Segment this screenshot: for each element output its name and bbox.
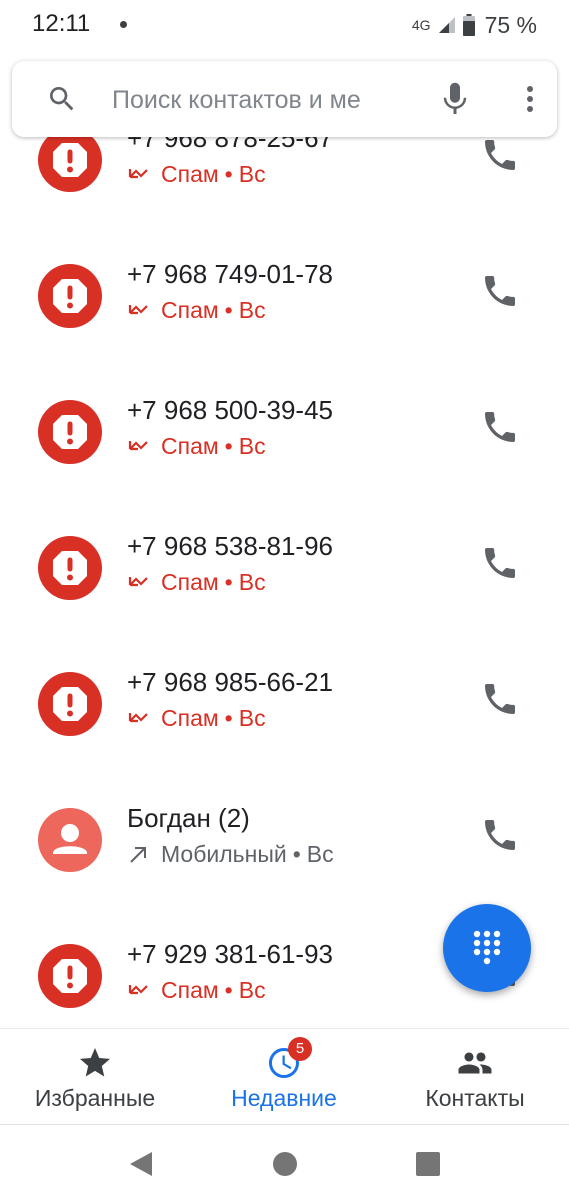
call-type: Спам bbox=[161, 297, 219, 323]
missed-call-icon bbox=[128, 984, 148, 994]
call-log-row[interactable]: +7 968 500-39-45 Спам • Вс bbox=[0, 375, 569, 511]
call-history-list[interactable]: +7 968 878-25-67 Спам • Вс +7 968 749-01-78 С… bbox=[0, 0, 569, 1030]
spam-warning-icon bbox=[38, 944, 102, 1008]
phone-icon[interactable] bbox=[480, 543, 520, 583]
call-details: Спам • Вс bbox=[127, 705, 266, 732]
phone-icon[interactable] bbox=[480, 271, 520, 311]
phone-icon[interactable] bbox=[480, 815, 520, 855]
back-icon[interactable] bbox=[128, 1151, 154, 1177]
phone-icon[interactable] bbox=[480, 407, 520, 447]
caller-name: +7 968 500-39-45 bbox=[127, 395, 334, 425]
separator-dot: • bbox=[224, 705, 233, 731]
call-log-row[interactable]: Богдан (2) Мобильный • Вс bbox=[0, 783, 569, 919]
call-details: Спам • Вс bbox=[127, 433, 266, 460]
call-type: Спам bbox=[161, 569, 219, 595]
phone-icon[interactable] bbox=[480, 135, 520, 175]
missed-call-icon bbox=[128, 576, 148, 586]
caller-name: +7 968 749-01-78 bbox=[127, 259, 334, 289]
call-type: Спам bbox=[161, 433, 219, 459]
call-day: Вс bbox=[238, 433, 266, 459]
tab-contacts-label: Контакты bbox=[425, 1085, 525, 1111]
caller-name: +7 929 381-61-93 bbox=[127, 939, 334, 969]
call-type: Мобильный bbox=[161, 841, 287, 867]
tab-contacts[interactable]: Контакты bbox=[400, 1029, 550, 1125]
call-type: Спам bbox=[161, 161, 219, 187]
spam-warning-icon bbox=[38, 672, 102, 736]
outgoing-call-icon bbox=[130, 846, 146, 863]
call-log-row[interactable]: +7 968 985-66-21 Спам • Вс bbox=[0, 647, 569, 783]
separator-dot: • bbox=[292, 841, 301, 867]
caller-name: Богдан (2) bbox=[127, 803, 250, 833]
tab-favorites[interactable]: Избранные bbox=[20, 1029, 170, 1125]
person-icon bbox=[38, 808, 102, 872]
system-navigation-bar bbox=[0, 1124, 569, 1200]
call-log-row[interactable]: +7 968 749-01-78 Спам • Вс bbox=[0, 239, 569, 375]
recent-icon-wrap: 5 bbox=[266, 1037, 312, 1081]
call-day: Вс bbox=[238, 161, 266, 187]
tab-recent-label: Недавние bbox=[231, 1085, 337, 1111]
separator-dot: • bbox=[224, 977, 233, 1003]
separator-dot: • bbox=[224, 161, 233, 187]
missed-call-icon bbox=[128, 304, 148, 314]
call-details: Спам • Вс bbox=[127, 297, 266, 324]
microphone-icon[interactable] bbox=[440, 81, 470, 117]
missed-call-icon bbox=[128, 712, 148, 722]
separator-dot: • bbox=[224, 297, 233, 323]
bottom-navigation: Избранные 5 Недавние Контакты bbox=[0, 1028, 569, 1124]
search-input[interactable] bbox=[112, 83, 418, 117]
phone-icon[interactable] bbox=[480, 679, 520, 719]
call-log-row[interactable]: +7 968 538-81-96 Спам • Вс bbox=[0, 511, 569, 647]
recent-badge: 5 bbox=[288, 1037, 312, 1061]
spam-warning-icon bbox=[38, 128, 102, 192]
caller-name: +7 968 985-66-21 bbox=[127, 667, 334, 697]
call-day: Вс bbox=[238, 977, 266, 1003]
missed-call-icon bbox=[128, 440, 148, 450]
call-details: Спам • Вс bbox=[127, 977, 266, 1004]
spam-warning-icon bbox=[38, 400, 102, 464]
call-details: Мобильный • Вс bbox=[127, 841, 334, 868]
spam-warning-icon bbox=[38, 264, 102, 328]
recents-icon[interactable] bbox=[416, 1152, 440, 1176]
tab-favorites-label: Избранные bbox=[34, 1085, 156, 1111]
people-icon bbox=[458, 1052, 492, 1074]
call-day: Вс bbox=[238, 705, 266, 731]
call-day: Вс bbox=[238, 297, 266, 323]
dialpad-icon bbox=[473, 930, 501, 965]
separator-dot: • bbox=[224, 433, 233, 459]
search-icon[interactable] bbox=[46, 83, 78, 115]
dialpad-button[interactable] bbox=[443, 904, 531, 992]
caller-name: +7 968 538-81-96 bbox=[127, 531, 334, 561]
missed-call-icon bbox=[128, 168, 148, 178]
home-icon[interactable] bbox=[273, 1152, 297, 1176]
more-options-icon[interactable] bbox=[518, 83, 542, 115]
separator-dot: • bbox=[224, 569, 233, 595]
tab-recent[interactable]: 5 Недавние bbox=[214, 1029, 354, 1125]
call-type: Спам bbox=[161, 977, 219, 1003]
call-details: Спам • Вс bbox=[127, 161, 266, 188]
call-details: Спам • Вс bbox=[127, 569, 266, 596]
call-day: Вс bbox=[238, 569, 266, 595]
star-icon bbox=[80, 1048, 110, 1077]
search-bar[interactable] bbox=[12, 61, 557, 137]
call-day: Вс bbox=[306, 841, 334, 867]
call-type: Спам bbox=[161, 705, 219, 731]
spam-warning-icon bbox=[38, 536, 102, 600]
